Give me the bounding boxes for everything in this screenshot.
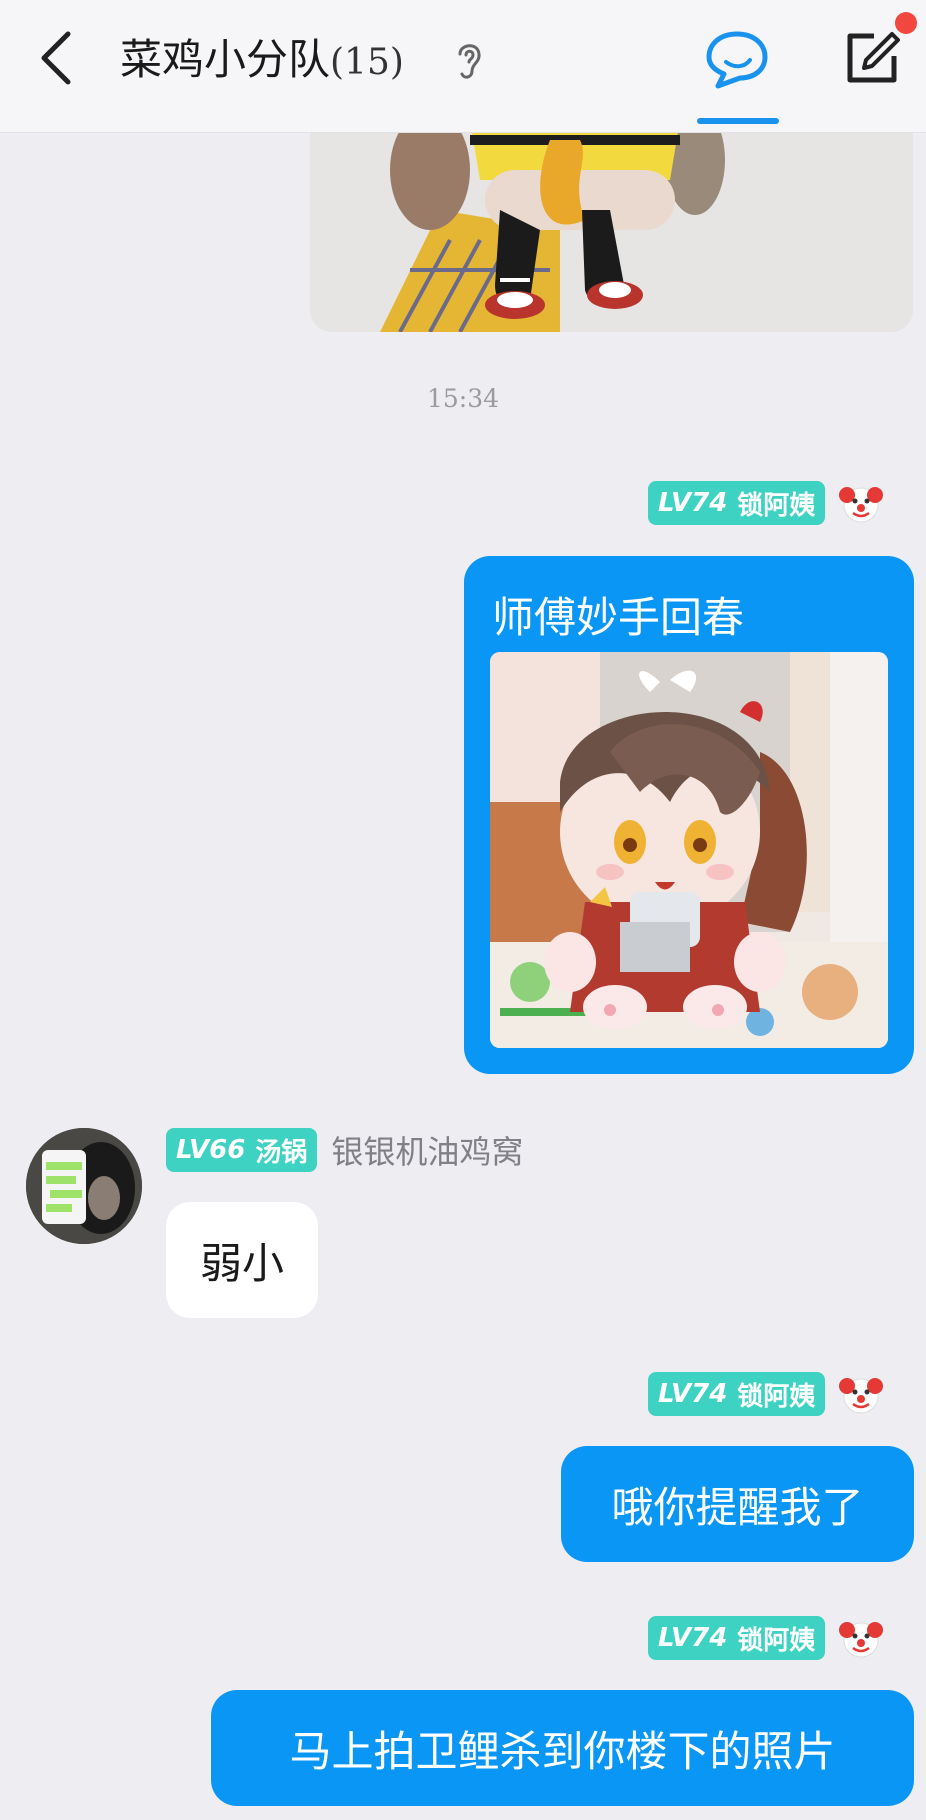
- compose-button[interactable]: [840, 26, 904, 90]
- sender-name: 锁阿姨: [737, 490, 816, 521]
- ear-icon[interactable]: [452, 38, 486, 82]
- sender-row: LV66 汤锅 银银机油鸡窝: [166, 1127, 523, 1173]
- message-text: 马上拍卫鲤杀到你楼下的照片: [289, 1726, 836, 1776]
- level-label: LV74: [658, 488, 728, 518]
- sender-row: LV74 锁阿姨: [648, 1615, 884, 1661]
- message-bubble[interactable]: 哦你提醒我了: [561, 1446, 914, 1562]
- message-bubble[interactable]: 马上拍卫鲤杀到你楼下的照片: [211, 1690, 914, 1806]
- clown-face-icon: [839, 1622, 884, 1658]
- sender-name: 汤锅: [255, 1137, 308, 1168]
- member-count: (15): [330, 42, 404, 83]
- tab-active-indicator: [697, 118, 779, 124]
- message-photo[interactable]: [490, 652, 888, 1048]
- clown-face-icon: [839, 1378, 884, 1414]
- sender-row: LV74 锁阿姨: [648, 1371, 884, 1417]
- shared-photo[interactable]: [310, 100, 913, 332]
- chevron-left-icon: [41, 31, 71, 85]
- chat-title[interactable]: 菜鸡小分队(15): [120, 26, 404, 87]
- chat-tab[interactable]: [704, 26, 770, 92]
- notification-dot: [895, 12, 917, 34]
- level-badge: LV74 锁阿姨: [648, 481, 826, 525]
- level-badge: LV74 锁阿姨: [648, 1616, 826, 1660]
- level-label: LV66: [176, 1135, 246, 1165]
- timestamp: 15:34: [426, 384, 500, 413]
- chat-header: 菜鸡小分队(15): [0, 0, 926, 133]
- message-text: 弱小: [199, 1238, 284, 1288]
- level-badge: LV74 锁阿姨: [648, 1372, 826, 1416]
- back-button[interactable]: [30, 28, 90, 88]
- sender-row: LV74 锁阿姨: [648, 480, 884, 526]
- sender-name: 锁阿姨: [737, 1625, 816, 1656]
- compose-icon: [847, 32, 900, 83]
- message-text: 哦你提醒我了: [611, 1482, 864, 1532]
- level-label: LV74: [658, 1623, 728, 1653]
- level-badge: LV66 汤锅: [166, 1128, 318, 1172]
- level-label: LV74: [658, 1379, 728, 1409]
- sender-title: 银银机油鸡窝: [331, 1133, 524, 1171]
- clown-face-icon: [839, 487, 884, 523]
- group-name: 菜鸡小分队: [120, 35, 331, 84]
- message-bubble[interactable]: 弱小: [166, 1202, 318, 1318]
- avatar[interactable]: [26, 1128, 142, 1244]
- chat-bubble-icon: [706, 31, 768, 89]
- message-bubble[interactable]: 师傅妙手回春: [464, 556, 914, 1074]
- message-text: 师傅妙手回春: [492, 593, 745, 642]
- sender-name: 锁阿姨: [737, 1381, 816, 1412]
